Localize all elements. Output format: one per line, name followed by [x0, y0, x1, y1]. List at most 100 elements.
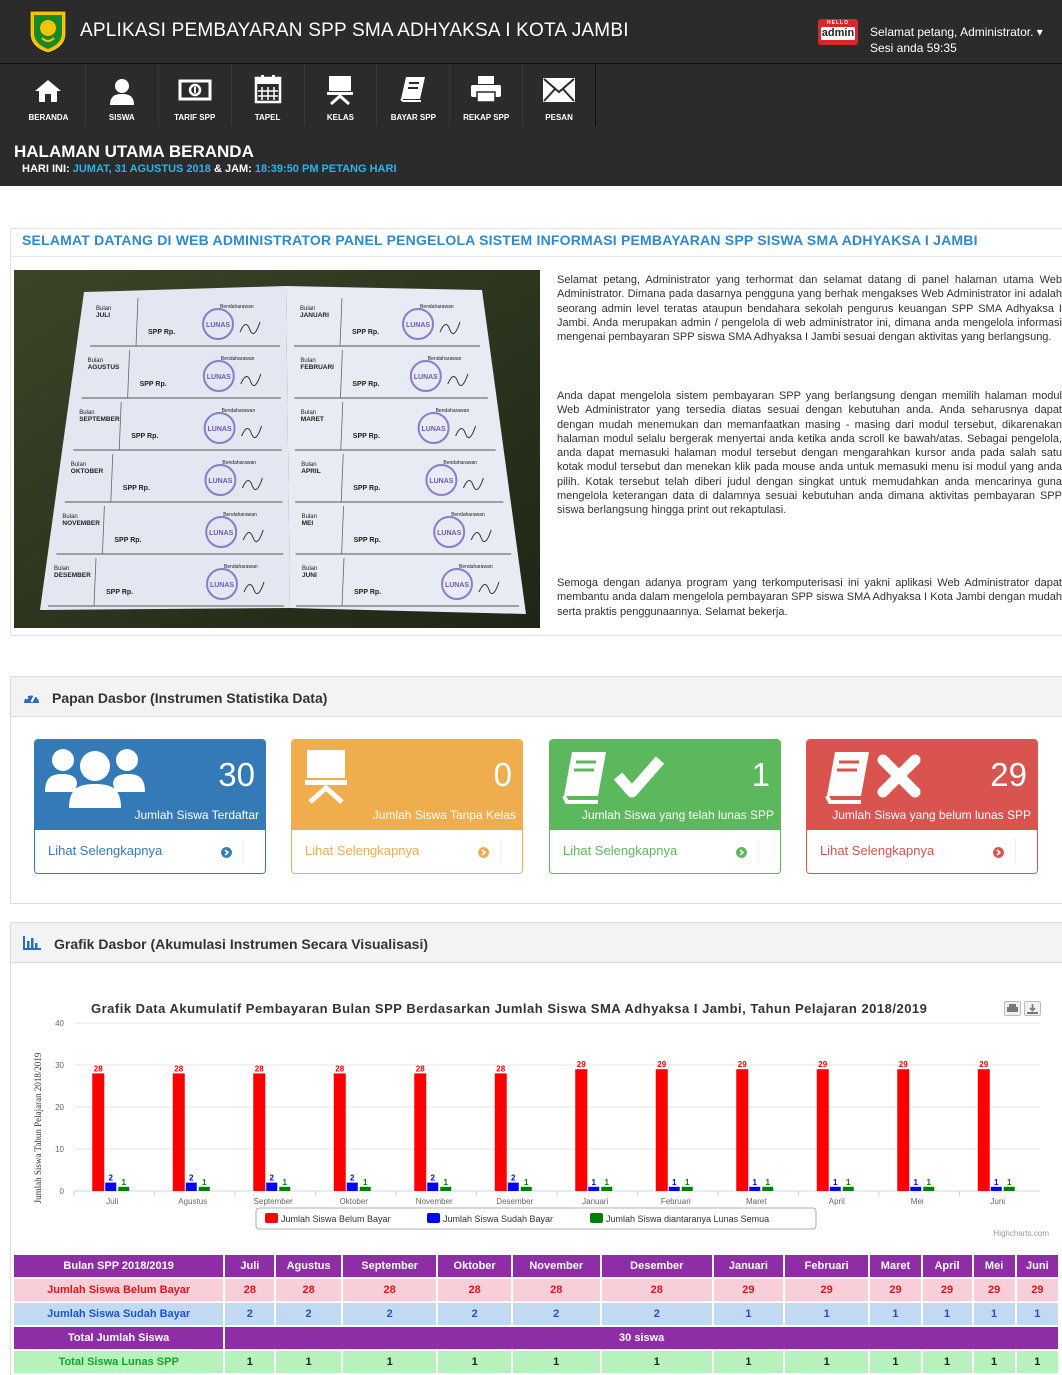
bar[interactable]: [762, 1186, 774, 1191]
data-label: 28: [335, 1064, 344, 1073]
legend-item[interactable]: Jumlah Siswa diantaranya Lunas Semua: [590, 1213, 769, 1224]
welcome-paragraph-2: Anda dapat mengelola sistem pembayaran S…: [557, 390, 1062, 517]
welcome-paragraph-1: Selamat petang, Administrator yang terho…: [557, 274, 1062, 344]
see-more-link[interactable]: Lihat Selengkapnya: [563, 843, 677, 858]
arrow-circle-right-icon[interactable]: [221, 847, 232, 858]
data-label: 29: [979, 1060, 988, 1069]
bar[interactable]: [172, 1073, 185, 1191]
photo-text: SPP Rp.: [353, 433, 380, 440]
row-label: Total Jumlah Siswa: [14, 1327, 224, 1349]
stat-card-footer[interactable]: Lihat Selengkapnya: [35, 830, 265, 873]
stat-card-no-class[interactable]: 0 Jumlah Siswa Tanpa Kelas Lihat Selengk…: [291, 739, 523, 874]
photo-text: SPP Rp.: [354, 589, 381, 596]
bar[interactable]: [440, 1186, 452, 1191]
stat-card-registered[interactable]: 30 Jumlah Siswa Terdaftar Lihat Selengka…: [34, 739, 266, 874]
x-tick-label: Agustus: [178, 1197, 207, 1206]
bar[interactable]: [346, 1182, 358, 1191]
bar[interactable]: [92, 1073, 105, 1191]
bar[interactable]: [749, 1186, 761, 1191]
bar[interactable]: [520, 1186, 532, 1191]
arrow-circle-right-icon[interactable]: [993, 847, 1004, 858]
photo-text: LUNAS: [209, 530, 233, 537]
admin-badge: HELLO admin: [818, 19, 858, 45]
bar[interactable]: [118, 1186, 130, 1191]
stat-card-footer[interactable]: Lihat Selengkapnya: [550, 830, 780, 873]
table-cell: 1: [922, 1303, 972, 1325]
row-label: Total Siswa Lunas SPP: [14, 1351, 224, 1373]
menu-item-beranda[interactable]: BERANDA: [12, 64, 85, 126]
bar[interactable]: [507, 1182, 519, 1191]
photo-text: SPP Rp.: [140, 381, 167, 388]
table-cell: 2: [512, 1303, 600, 1325]
bar[interactable]: [990, 1186, 1002, 1191]
bar[interactable]: [198, 1186, 210, 1191]
menu-item-bayar-spp[interactable]: BAYAR SPP: [376, 64, 449, 126]
x-tick-label: Januari: [582, 1197, 608, 1206]
table-cell: 2: [438, 1303, 511, 1325]
chart-x-ticks: Juli Agustus September Oktober November Desem…: [73, 1191, 1005, 1206]
bar[interactable]: [910, 1186, 922, 1191]
stat-card-footer[interactable]: Lihat Selengkapnya: [292, 830, 522, 873]
photo-text: MEI: [302, 520, 314, 527]
bar[interactable]: [427, 1182, 439, 1191]
bar[interactable]: [588, 1186, 600, 1191]
legend-item[interactable]: Jumlah Siswa Sudah Bayar: [427, 1213, 553, 1224]
user-greeting[interactable]: Selamat petang, Administrator. ▾ Sesi an…: [870, 24, 1043, 56]
menu-item-siswa[interactable]: SISWA: [84, 64, 158, 126]
see-more-link[interactable]: Lihat Selengkapnya: [820, 843, 934, 858]
arrow-circle-right-icon[interactable]: [478, 847, 489, 858]
table-cell: 2: [276, 1303, 341, 1325]
menu-label: TARIF SPP: [174, 113, 216, 122]
bar[interactable]: [105, 1182, 117, 1191]
bar[interactable]: [253, 1073, 266, 1191]
table-cell: 1: [1016, 1303, 1058, 1325]
month-header: Agustus: [276, 1255, 341, 1277]
arrow-circle-right-icon[interactable]: [736, 847, 747, 858]
menu-item-pesan[interactable]: PESAN: [522, 64, 595, 126]
bar[interactable]: [359, 1186, 371, 1191]
bar[interactable]: [816, 1069, 829, 1191]
bar[interactable]: [842, 1186, 854, 1191]
month-header: Juli: [225, 1255, 275, 1277]
chart-credit[interactable]: Highcharts.com: [993, 1229, 1049, 1238]
menu-item-rekap-spp[interactable]: REKAP SPP: [449, 64, 522, 126]
menu-item-tapel[interactable]: TAPEL: [230, 64, 304, 126]
see-more-link[interactable]: Lihat Selengkapnya: [48, 843, 162, 858]
photo-text: Bendaharawan: [443, 460, 477, 466]
menu-item-kelas[interactable]: KELAS: [303, 64, 377, 126]
bar[interactable]: [829, 1186, 841, 1191]
bar[interactable]: [333, 1073, 346, 1191]
table-row-total: Total Jumlah Siswa 30 siswa: [14, 1327, 1058, 1349]
bar[interactable]: [897, 1069, 910, 1191]
photo-text: Bendaharawan: [436, 408, 470, 414]
stat-card-footer[interactable]: Lihat Selengkapnya: [807, 830, 1037, 873]
stat-card-unpaid[interactable]: 29 Jumlah Siswa yang belum lunas SPP Lih…: [806, 739, 1038, 874]
bar[interactable]: [279, 1186, 291, 1191]
bar[interactable]: [923, 1186, 935, 1191]
data-label: 29: [738, 1060, 747, 1069]
bar[interactable]: [655, 1069, 668, 1191]
photo-text: JANUARI: [300, 312, 329, 319]
photo-text: SPP Rp.: [352, 329, 379, 336]
bar[interactable]: [266, 1182, 278, 1191]
bar[interactable]: [414, 1073, 427, 1191]
bar[interactable]: [681, 1186, 693, 1191]
bar[interactable]: [977, 1069, 990, 1191]
bar[interactable]: [736, 1069, 749, 1191]
see-more-link[interactable]: Lihat Selengkapnya: [305, 843, 419, 858]
menu-item-tarif-spp[interactable]: TARIF SPP: [157, 64, 231, 126]
bar[interactable]: [668, 1186, 680, 1191]
time-prefix: & JAM:: [210, 163, 255, 175]
bar[interactable]: [1003, 1186, 1015, 1191]
bar[interactable]: [494, 1073, 507, 1191]
legend-item[interactable]: Jumlah Siswa Belum Bayar: [265, 1213, 391, 1224]
y-tick-label: 30: [55, 1061, 64, 1070]
table-header-row: Bulan SPP 2018/2019 Juli Agustus September…: [14, 1255, 1058, 1277]
bar[interactable]: [185, 1182, 197, 1191]
greeting-text[interactable]: Selamat petang, Administrator. ▾: [870, 24, 1043, 40]
bar[interactable]: [575, 1069, 588, 1191]
date-time-line: HARI INI: JUMAT, 31 AGUSTUS 2018 & JAM: …: [22, 163, 397, 175]
bar[interactable]: [601, 1186, 613, 1191]
stat-card-paid-off[interactable]: 1 Jumlah Siswa yang telah lunas SPP Liha…: [549, 739, 781, 874]
x-tick-label: Juli: [106, 1197, 118, 1206]
